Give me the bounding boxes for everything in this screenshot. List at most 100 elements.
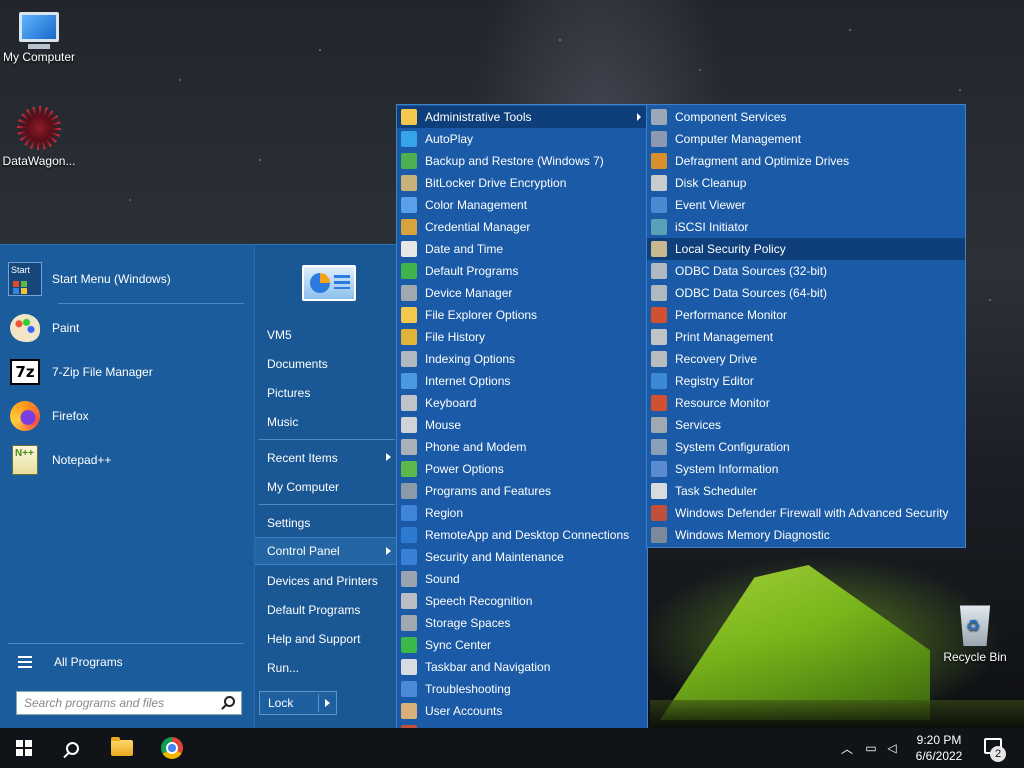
disk-cleanup-icon (651, 175, 667, 191)
control-panel-item[interactable]: File Explorer Options (397, 304, 647, 326)
places-item-vm5[interactable]: VM5 (255, 321, 397, 349)
admin-tools-item[interactable]: Computer Management (647, 128, 965, 150)
admin-tools-item-label: Resource Monitor (675, 396, 770, 410)
control-panel-item[interactable]: Internet Options (397, 370, 647, 392)
admin-tools-item[interactable]: System Configuration (647, 436, 965, 458)
admin-tools-item[interactable]: Task Scheduler (647, 480, 965, 502)
admin-tools-item[interactable]: Performance Monitor (647, 304, 965, 326)
folder-icon (111, 737, 133, 756)
admin-tools-item[interactable]: Defragment and Optimize Drives (647, 150, 965, 172)
control-panel-item[interactable]: Phone and Modem (397, 436, 647, 458)
control-panel-item[interactable]: Region (397, 502, 647, 524)
admin-tools-item[interactable]: Windows Memory Diagnostic (647, 524, 965, 546)
admin-tools-item[interactable]: Component Services (647, 106, 965, 128)
places-item-default-programs[interactable]: Default Programs (255, 596, 397, 624)
control-panel-item[interactable]: Mouse (397, 414, 647, 436)
admin-tools-item[interactable]: Recovery Drive (647, 348, 965, 370)
admin-tools-item[interactable]: Registry Editor (647, 370, 965, 392)
tray-overflow-button[interactable]: ︿ (838, 728, 856, 768)
clock-time: 9:20 PM (916, 733, 962, 747)
control-panel-item[interactable]: Troubleshooting (397, 678, 647, 700)
places-item-settings[interactable]: Settings (255, 509, 397, 537)
control-panel-item[interactable]: RemoteApp and Desktop Connections (397, 524, 647, 546)
search-button[interactable] (48, 728, 96, 768)
admin-tools-item[interactable]: Services (647, 414, 965, 436)
places-item-control-panel[interactable]: Control Panel (255, 537, 397, 565)
places-item-run[interactable]: Run... (255, 654, 397, 682)
control-panel-item[interactable]: BitLocker Drive Encryption (397, 172, 647, 194)
control-panel-item[interactable]: Administrative Tools (397, 106, 647, 128)
places-item-documents[interactable]: Documents (255, 350, 397, 378)
tray-volume[interactable]: ◁ (882, 728, 902, 768)
admin-tools-item[interactable]: ODBC Data Sources (64-bit) (647, 282, 965, 304)
search-input[interactable]: Search programs and files (16, 691, 242, 715)
control-panel-item-label: Date and Time (425, 242, 504, 256)
admin-tools-item[interactable]: Resource Monitor (647, 392, 965, 414)
desktop-icon-my-computer[interactable]: My Computer (0, 8, 78, 64)
pinned-item-firefox[interactable]: Firefox (8, 396, 248, 436)
control-panel-item[interactable]: Sync Center (397, 634, 647, 656)
control-panel-item-label: Default Programs (425, 264, 519, 278)
control-panel-item[interactable]: Credential Manager (397, 216, 647, 238)
admin-tools-item[interactable]: System Information (647, 458, 965, 480)
control-panel-item[interactable]: AutoPlay (397, 128, 647, 150)
admin-tools-item[interactable]: ODBC Data Sources (32-bit) (647, 260, 965, 282)
computer-icon (19, 12, 59, 49)
admin-tools-item-label: Local Security Policy (675, 242, 786, 256)
places-item-recent-items[interactable]: Recent Items (255, 444, 397, 472)
search-placeholder: Search programs and files (24, 696, 165, 710)
control-panel-item[interactable]: Default Programs (397, 260, 647, 282)
control-panel-item[interactable]: Device Manager (397, 282, 647, 304)
iscsi-icon (651, 219, 667, 235)
admin-tools-item-label: Disk Cleanup (675, 176, 747, 190)
control-panel-item[interactable]: File History (397, 326, 647, 348)
control-panel-item[interactable]: Storage Spaces (397, 612, 647, 634)
control-panel-item[interactable]: Sound (397, 568, 647, 590)
pinned-item-7zip[interactable]: 7z 7-Zip File Manager (8, 352, 248, 392)
control-panel-item-label: BitLocker Drive Encryption (425, 176, 567, 190)
control-panel-item-label: RemoteApp and Desktop Connections (425, 528, 630, 542)
start-button[interactable] (0, 728, 48, 768)
control-panel-item[interactable]: Taskbar and Navigation (397, 656, 647, 678)
admin-tools-item[interactable]: Windows Defender Firewall with Advanced … (647, 502, 965, 524)
places-item-devices-and-printers[interactable]: Devices and Printers (255, 567, 397, 595)
control-panel-item-label: Internet Options (425, 374, 511, 388)
taskbar-file-explorer[interactable] (98, 728, 146, 768)
control-panel-item-label: File Explorer Options (425, 308, 538, 322)
control-panel-item[interactable]: User Accounts (397, 700, 647, 722)
places-item-my-computer[interactable]: My Computer (255, 473, 397, 501)
tray-network[interactable]: ▭ (860, 728, 882, 768)
control-panel-item[interactable]: Programs and Features (397, 480, 647, 502)
system-config-icon (651, 439, 667, 455)
control-panel-item[interactable]: Date and Time (397, 238, 647, 260)
defrag-icon (651, 153, 667, 169)
places-item-pictures[interactable]: Pictures (255, 379, 397, 407)
taskbar-chrome[interactable] (148, 728, 196, 768)
taskbar-clock[interactable]: 9:20 PM 6/6/2022 (904, 732, 974, 764)
pinned-item-notepadpp[interactable]: N++ Notepad++ (8, 440, 248, 480)
control-panel-item[interactable]: Security and Maintenance (397, 546, 647, 568)
control-panel-item[interactable]: Color Management (397, 194, 647, 216)
admin-tools-item[interactable]: Print Management (647, 326, 965, 348)
desktop-icon-recycle-bin[interactable]: ♻ Recycle Bin (936, 602, 1014, 664)
recovery-drive-icon (651, 351, 667, 367)
control-panel-item[interactable]: Speech Recognition (397, 590, 647, 612)
admin-tools-item[interactable]: Local Security Policy (647, 238, 965, 260)
pinned-item-start-menu[interactable]: Start Start Menu (Windows) (8, 259, 248, 299)
desktop-icon-datawagon[interactable]: DataWagon... (0, 106, 78, 168)
internet-icon (401, 373, 417, 389)
control-panel-item[interactable]: Indexing Options (397, 348, 647, 370)
pinned-item-paint[interactable]: Paint (8, 308, 248, 348)
all-programs-button[interactable]: All Programs (18, 651, 123, 673)
places-item-help-and-support[interactable]: Help and Support (255, 625, 397, 653)
control-panel-item[interactable]: Power Options (397, 458, 647, 480)
control-panel-item[interactable]: Backup and Restore (Windows 7) (397, 150, 647, 172)
control-panel-item[interactable]: Keyboard (397, 392, 647, 414)
admin-tools-item[interactable]: Event Viewer (647, 194, 965, 216)
admin-tools-item[interactable]: Disk Cleanup (647, 172, 965, 194)
admin-tools-item-label: Performance Monitor (675, 308, 788, 322)
admin-tools-item[interactable]: iSCSI Initiator (647, 216, 965, 238)
lock-button[interactable]: Lock (259, 691, 337, 715)
places-item-music[interactable]: Music (255, 408, 397, 436)
memory-icon (651, 527, 667, 543)
